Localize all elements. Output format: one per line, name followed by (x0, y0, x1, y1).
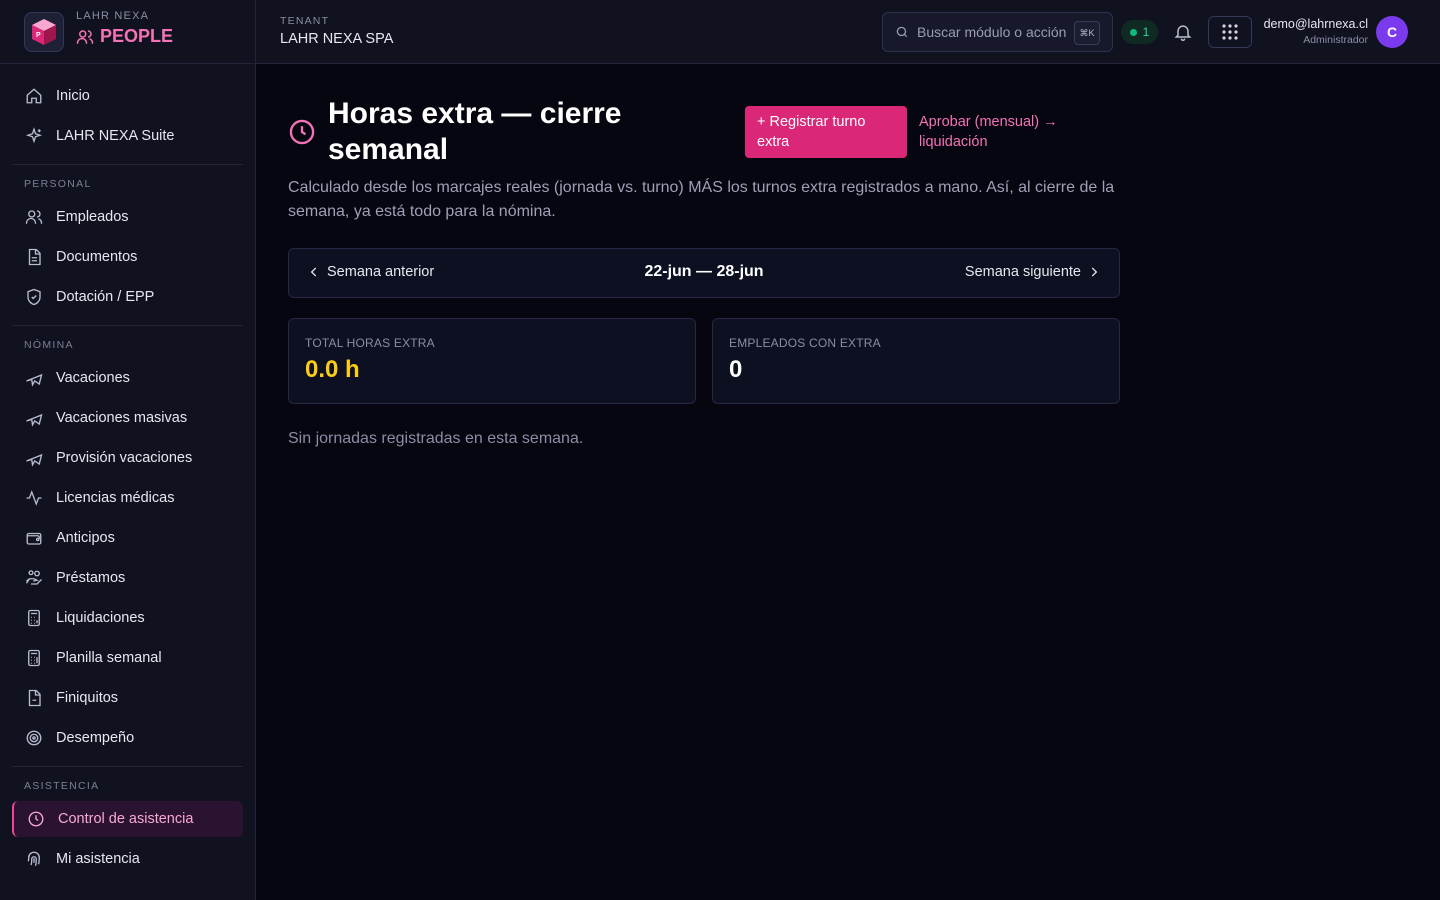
calculator-icon (28, 649, 40, 667)
tenant-label: TENANT (280, 15, 330, 27)
shield-check-icon (27, 288, 41, 306)
tenant-name[interactable]: LAHR NEXA SPA (280, 31, 393, 47)
stat-label: EMPLEADOS CON EXTRA (729, 336, 881, 350)
section-title-nomina: NÓMINA (24, 339, 74, 351)
plane-icon (26, 453, 43, 467)
sidebar-item-planilla-semanal[interactable]: Planilla semanal (12, 640, 243, 676)
sidebar-item-vacaciones-masivas[interactable]: Vacaciones masivas (12, 400, 243, 436)
sidebar-item-dotacion[interactable]: Dotación / EPP (12, 279, 243, 315)
sidebar-item-mi-asistencia[interactable]: Mi asistencia (12, 841, 243, 877)
svg-text:P: P (36, 32, 41, 39)
search-input[interactable]: Buscar módulo o acción ⌘K (882, 12, 1113, 52)
sparkles-icon (25, 127, 43, 144)
sidebar-item-suite[interactable]: LAHR NEXA Suite (12, 118, 243, 154)
brand-suite-name: LAHR NEXA (76, 10, 150, 22)
stat-card-employees: EMPLEADOS CON EXTRA 0 (712, 318, 1120, 404)
sidebar-item-licencias-medicas[interactable]: Licencias médicas (12, 480, 243, 516)
sidebar-item-empleados[interactable]: Empleados (12, 199, 243, 235)
target-icon (26, 730, 42, 746)
user-email[interactable]: demo@lahrnexa.cl (1264, 17, 1368, 31)
clock-icon (289, 119, 315, 145)
sidebar-item-prestamos[interactable]: Préstamos (12, 560, 243, 596)
sidebar-item-finiquitos[interactable]: Finiquitos (12, 680, 243, 716)
empty-state-message: Sin jornadas registradas en esta semana. (288, 430, 584, 447)
search-icon (896, 26, 908, 38)
sidebar-item-inicio[interactable]: Inicio (12, 78, 243, 114)
cube-logo-icon: P (32, 18, 56, 45)
hand-coins-icon (25, 570, 42, 585)
section-title-asistencia: ASISTENCIA (24, 780, 100, 792)
approve-link[interactable]: Aprobar (mensual) → liquidación (919, 112, 1069, 152)
file-icon (28, 689, 41, 707)
wallet-icon (26, 532, 42, 545)
fingerprint-icon (27, 851, 40, 866)
section-title-personal: PERSONAL (24, 178, 92, 190)
activity-icon (26, 490, 42, 506)
stat-value: 0 (729, 356, 743, 383)
sidebar-nav: Inicio LAHR NEXA Suite PERSONAL Empleado… (0, 64, 255, 877)
next-week-button[interactable]: Semana siguiente (965, 264, 1101, 280)
home-icon (26, 88, 42, 104)
bell-icon[interactable] (1173, 22, 1193, 42)
stat-card-total-hours: TOTAL HORAS EXTRA 0.0 h (288, 318, 696, 404)
week-navigator: Semana anterior 22-jun — 28-jun Semana s… (288, 248, 1120, 298)
register-extra-shift-button[interactable]: + Registrar turno extra (745, 106, 907, 158)
main-content: Horas extra — cierre semanal + Registrar… (288, 64, 1120, 447)
sidebar-item-provision-vacaciones[interactable]: Provisión vacaciones (12, 440, 243, 476)
users-icon (25, 210, 43, 224)
document-icon (28, 248, 41, 266)
sidebar-item-liquidaciones[interactable]: Liquidaciones (12, 600, 243, 636)
avatar[interactable]: C (1376, 16, 1408, 48)
clock-icon (28, 811, 44, 827)
search-shortcut: ⌘K (1074, 21, 1100, 45)
status-dot-icon (1129, 28, 1137, 36)
sidebar-item-vacaciones[interactable]: Vacaciones (12, 360, 243, 396)
search-placeholder: Buscar módulo o acción (917, 24, 1067, 40)
sidebar-item-anticipos[interactable]: Anticipos (12, 520, 243, 556)
sidebar-item-documentos[interactable]: Documentos (12, 239, 243, 275)
grid-icon (1222, 24, 1238, 40)
apps-menu-button[interactable] (1208, 16, 1252, 48)
stat-value: 0.0 h (305, 356, 360, 383)
sidebar: P LAHR NEXA PEOPLE Inicio LAHR NEXA Suit… (0, 0, 256, 900)
topbar: TENANT LAHR NEXA SPA Buscar módulo o acc… (256, 0, 1440, 64)
brand-product-name: PEOPLE (76, 26, 173, 47)
plane-icon (26, 373, 43, 387)
app-logo[interactable]: P (24, 11, 64, 52)
calculator-icon (28, 609, 40, 627)
stat-label: TOTAL HORAS EXTRA (305, 336, 435, 350)
brand: P LAHR NEXA PEOPLE (0, 0, 255, 64)
page-title: Horas extra — cierre semanal (328, 97, 622, 166)
page-header: Horas extra — cierre semanal + Registrar… (288, 64, 1120, 220)
sidebar-item-control-asistencia[interactable]: Control de asistencia (12, 801, 243, 837)
status-badge[interactable]: 1 (1121, 20, 1158, 44)
chevron-right-icon (1091, 267, 1098, 277)
page-description: Calculado desde los marcajes reales (jor… (288, 179, 1115, 220)
users-icon (76, 29, 94, 44)
plane-icon (26, 413, 43, 427)
user-role: Administrador (1303, 34, 1368, 46)
sidebar-item-desempeno[interactable]: Desempeño (12, 720, 243, 756)
